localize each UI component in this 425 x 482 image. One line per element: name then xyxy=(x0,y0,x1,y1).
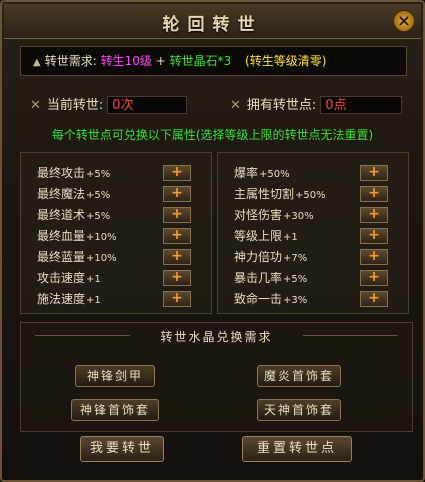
add-main-cut-button[interactable]: + xyxy=(360,186,388,202)
current-reincarnation-row: ✕ 当前转世: 0次 xyxy=(30,96,188,116)
add-cast-speed-button[interactable]: + xyxy=(163,291,191,307)
requirement-crystal: 转世晶石*3 xyxy=(169,54,232,68)
reincarnate-button[interactable]: 我要转世 xyxy=(80,436,164,462)
add-level-cap-button[interactable]: + xyxy=(360,228,388,244)
points-row: ✕ 拥有转世点: 0点 xyxy=(230,96,403,116)
left-attribute-panel: 最终攻击+5% + 最终魔法+5% + 最终道术+5% + 最终血量+10% +… xyxy=(20,152,212,314)
requirement-note: (转生等级清零) xyxy=(245,54,327,68)
crossed-swords-icon: ✕ xyxy=(230,98,241,113)
attr-lethal-strike: 致命一击+3% xyxy=(234,292,308,306)
attr-drop-rate: 爆率+50% xyxy=(234,166,290,180)
add-final-magic-button[interactable]: + xyxy=(163,186,191,202)
requirement-label: 转世需求: xyxy=(44,54,97,68)
close-button[interactable]: × xyxy=(393,10,415,32)
current-reincarnation-label: 当前转世: xyxy=(46,98,104,113)
item-tianshen-jewelry-button[interactable]: 天神首饰套 xyxy=(257,399,341,421)
add-attack-speed-button[interactable]: + xyxy=(163,270,191,286)
attr-crit-chance: 暴击几率+5% xyxy=(234,271,308,285)
item-shenfeng-jewelry-button[interactable]: 神锋首饰套 xyxy=(71,399,159,421)
attr-final-magic: 最终魔法+5% xyxy=(37,187,111,201)
attr-divine-power: 神力倍功+7% xyxy=(234,250,308,264)
attr-main-cut: 主属性切割+50% xyxy=(234,187,326,201)
add-drop-rate-button[interactable]: + xyxy=(360,165,388,181)
exchange-title: 转世水晶兑换需求 xyxy=(160,330,273,344)
attr-final-attack: 最终攻击+5% xyxy=(37,166,111,180)
attr-level-cap: 等级上限+1 xyxy=(234,229,298,243)
points-label: 拥有转世点: xyxy=(246,98,317,113)
add-final-hp-button[interactable]: + xyxy=(163,228,191,244)
add-final-mp-button[interactable]: + xyxy=(163,249,191,265)
attr-final-mp: 最终蓝量+10% xyxy=(37,250,117,264)
crystal-exchange-panel: 转世水晶兑换需求 神锋剑甲 魔炎首饰套 神锋首饰套 天神首饰套 xyxy=(20,322,413,432)
item-moyan-jewelry-button[interactable]: 魔炎首饰套 xyxy=(257,365,341,387)
add-monster-damage-button[interactable]: + xyxy=(360,207,388,223)
points-value: 0点 xyxy=(320,96,403,114)
attr-final-hp: 最终血量+10% xyxy=(37,229,117,243)
requirement-level: 转生10级 xyxy=(100,54,152,68)
right-attribute-panel: 爆率+50% + 主属性切割+50% + 对怪伤害+30% + 等级上限+1 +… xyxy=(217,152,409,314)
requirement-bar: ▲ 转世需求: 转生10级 + 转世晶石*3 (转生等级清零) xyxy=(20,46,407,76)
up-arrow-icon: ▲ xyxy=(33,57,41,68)
divider xyxy=(303,335,398,336)
title-bar[interactable]: 轮回转世 × xyxy=(4,4,421,39)
add-divine-power-button[interactable]: + xyxy=(360,249,388,265)
requirement-plus: + xyxy=(155,54,166,68)
window-title: 轮回转世 xyxy=(162,15,263,35)
current-reincarnation-value: 0次 xyxy=(107,96,188,114)
crossed-swords-icon: ✕ xyxy=(30,98,41,113)
attr-final-taoism: 最终道术+5% xyxy=(37,208,111,222)
add-crit-chance-button[interactable]: + xyxy=(360,270,388,286)
attr-monster-damage: 对怪伤害+30% xyxy=(234,208,314,222)
add-final-attack-button[interactable]: + xyxy=(163,165,191,181)
reset-points-button[interactable]: 重置转世点 xyxy=(242,436,352,462)
attr-cast-speed: 施法速度+1 xyxy=(37,292,101,306)
item-shenfeng-armor-button[interactable]: 神锋剑甲 xyxy=(75,365,155,387)
reincarnation-window: 轮回转世 × ▲ 转世需求: 转生10级 + 转世晶石*3 (转生等级清零) ✕ 当… xyxy=(0,0,425,482)
add-final-taoism-button[interactable]: + xyxy=(163,207,191,223)
exchange-notice: 每个转世点可兑换以下属性(选择等级上限的转世点无法重置) xyxy=(51,128,374,142)
add-lethal-strike-button[interactable]: + xyxy=(360,291,388,307)
attr-attack-speed: 攻击速度+1 xyxy=(37,271,101,285)
